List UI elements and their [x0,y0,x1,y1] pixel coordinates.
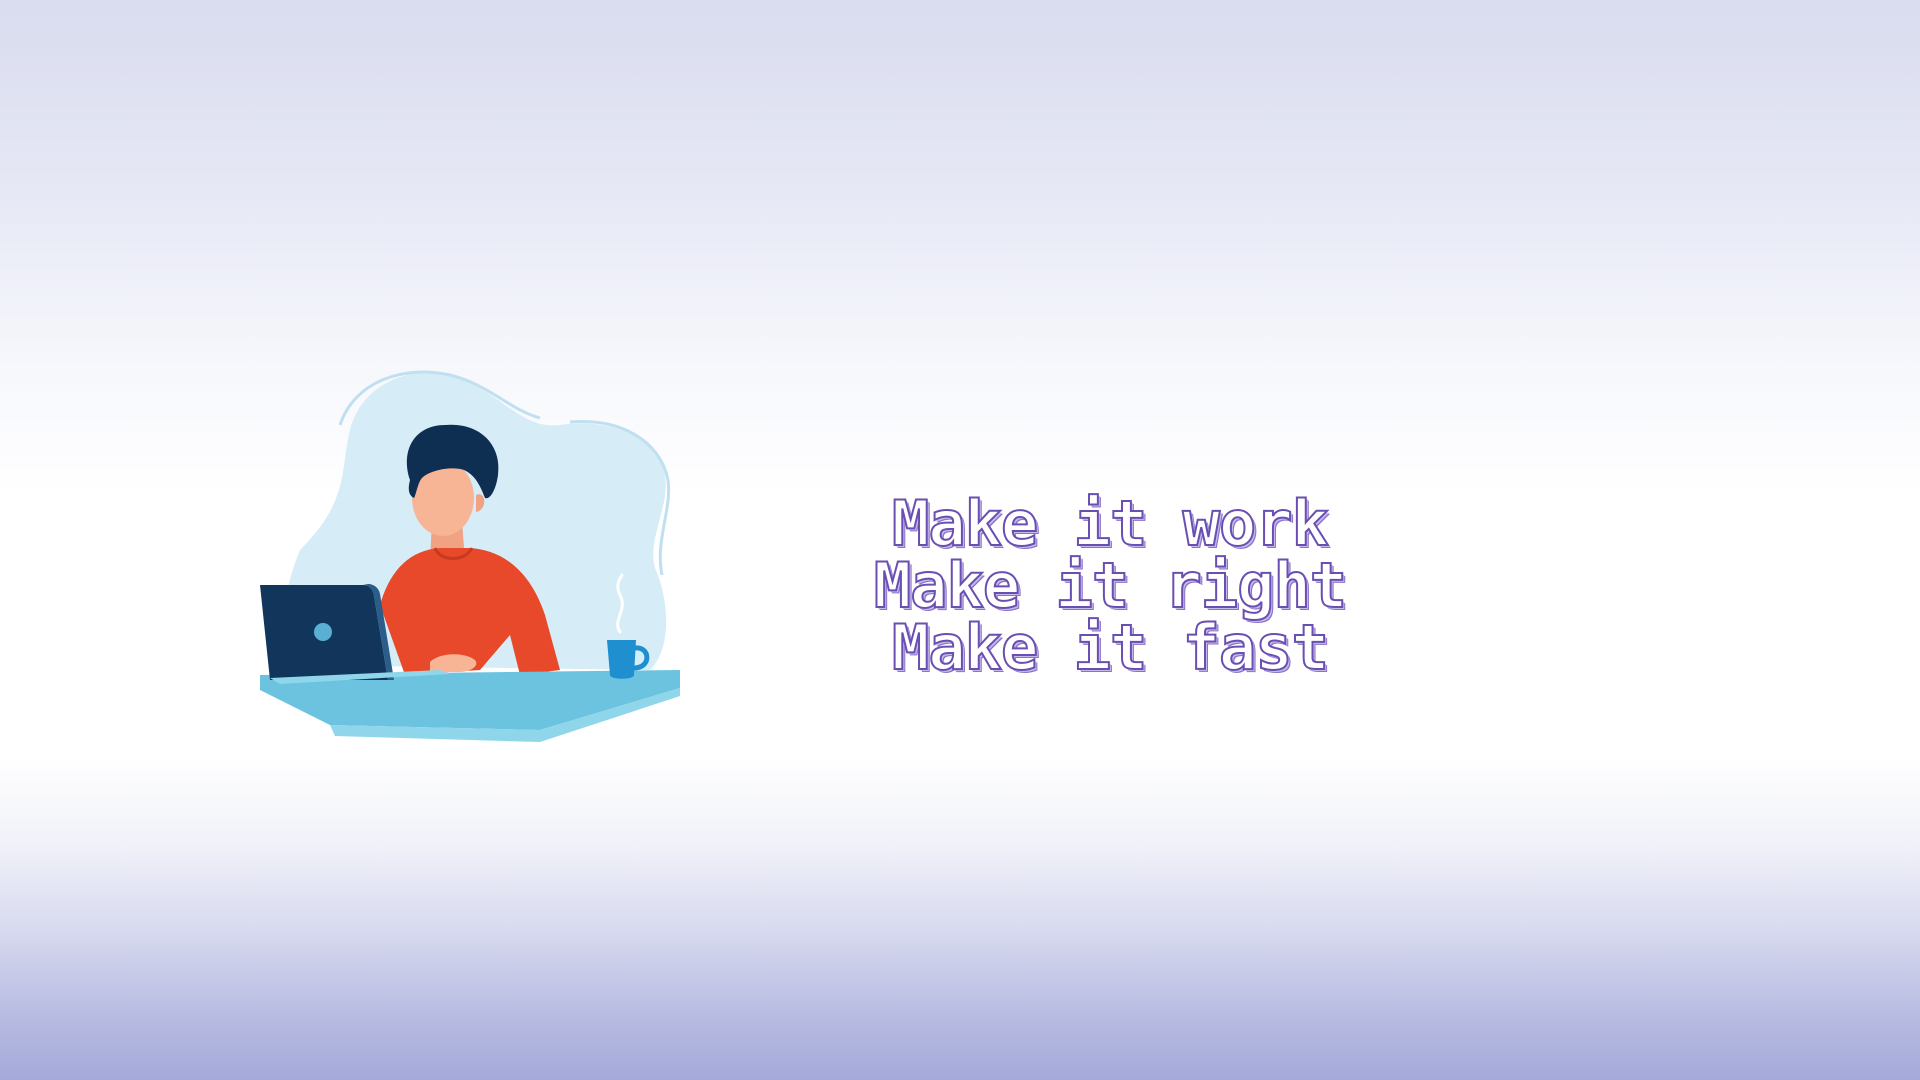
motto-line-make-it-fast: Make it fast [891,611,1330,684]
motto: Make it work Make it right Make it fast [870,487,1350,684]
person-at-laptop-illustration [240,370,700,750]
mug [607,640,636,679]
motto-line-make-it-right: Make it right [873,549,1348,622]
laptop-logo [314,623,332,641]
motto-line-make-it-work: Make it work [891,487,1330,560]
